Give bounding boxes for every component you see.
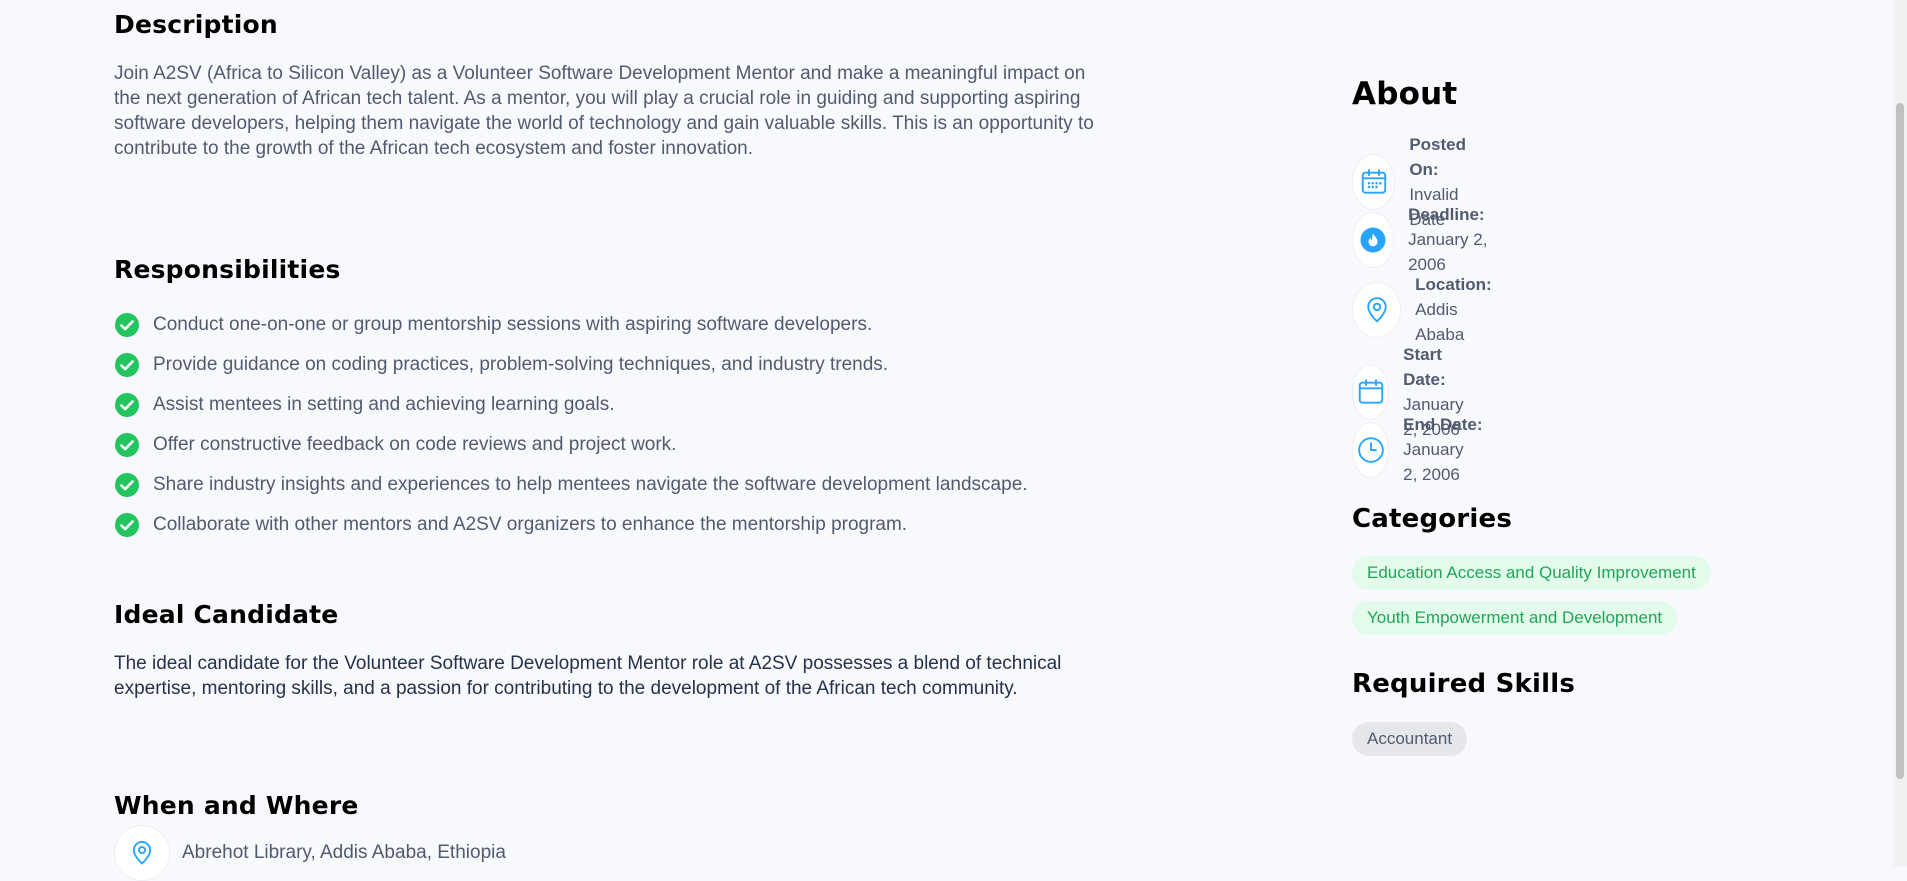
location-text: Location: Addis Ababa [1415,272,1498,347]
about-label: End Date: [1403,415,1483,434]
about-value: January 2, 2006 [1403,440,1464,484]
ideal-candidate-heading: Ideal Candidate [114,600,339,629]
list-item: Provide guidance on coding practices, pr… [114,345,1028,385]
list-item: Conduct one-on-one or group mentorship s… [114,305,1028,345]
calendar-plus-icon [1361,169,1386,194]
about-value: Addis Ababa [1415,300,1465,344]
check-circle-icon [115,473,139,497]
check-circle-icon [115,393,139,417]
list-item: Collaborate with other mentors and A2SV … [114,505,1028,545]
location-pin-icon [132,841,152,865]
about-label: Posted On: [1409,135,1466,179]
location-icon-circle [1352,281,1402,338]
responsibilities-heading: Responsibilities [114,255,341,284]
check-circle-icon [115,313,139,337]
scrollbar-thumb[interactable] [1896,103,1904,779]
when-where-location: Abrehot Library, Addis Ababa, Ethiopia [114,825,506,881]
deadline-text: Deadline: January 2, 2006 [1408,202,1498,277]
responsibility-text: Collaborate with other mentors and A2SV … [153,514,908,535]
about-item-location: Location: Addis Ababa [1352,272,1499,347]
vertical-scrollbar[interactable] [1893,0,1907,867]
end-date-text: End Date: January 2, 2006 [1403,412,1482,487]
responsibilities-list: Conduct one-on-one or group mentorship s… [114,305,1028,545]
responsibility-text: Offer constructive feedback on code revi… [153,434,677,455]
list-item: Share industry insights and experiences … [114,465,1028,505]
end-date-icon-circle [1352,421,1390,478]
when-where-heading: When and Where [114,791,359,820]
about-label: Start Date: [1403,345,1446,389]
about-item-deadline: Deadline: January 2, 2006 [1352,202,1499,277]
list-item: Offer constructive feedback on code revi… [114,425,1028,465]
category-chip[interactable]: Youth Empowerment and Development [1352,601,1678,635]
skill-chip[interactable]: Accountant [1352,722,1468,756]
responsibility-text: Provide guidance on coding practices, pr… [153,354,889,375]
when-where-location-text: Abrehot Library, Addis Ababa, Ethiopia [182,842,506,863]
check-circle-icon [115,513,139,537]
check-circle-icon [115,433,139,457]
deadline-icon-circle [1352,211,1395,268]
about-item-end-date: End Date: January 2, 2006 [1352,412,1482,487]
responsibility-text: Assist mentees in setting and achieving … [153,394,615,415]
list-item: Assist mentees in setting and achieving … [114,385,1028,425]
clock-icon [1357,436,1384,463]
about-heading: About [1352,76,1458,112]
category-chip[interactable]: Education Access and Quality Improvement [1352,556,1711,590]
description-heading: Description [114,10,278,39]
responsibility-text: Conduct one-on-one or group mentorship s… [153,314,873,335]
about-label: Location: [1415,275,1492,294]
categories-heading: Categories [1352,504,1513,534]
description-text: Join A2SV (Africa to Silicon Valley) as … [114,63,1094,159]
fire-icon [1360,227,1386,252]
location-pin-icon [1366,296,1387,322]
ideal-candidate-text: The ideal candidate for the Volunteer So… [114,653,1062,699]
required-skills-heading: Required Skills [1352,669,1576,699]
check-circle-icon [115,353,139,377]
about-label: Deadline: [1408,205,1485,224]
calendar-icon [1358,379,1383,404]
about-value: January 2, 2006 [1408,230,1488,274]
location-icon-circle [114,825,170,881]
responsibility-text: Share industry insights and experiences … [153,474,1028,495]
